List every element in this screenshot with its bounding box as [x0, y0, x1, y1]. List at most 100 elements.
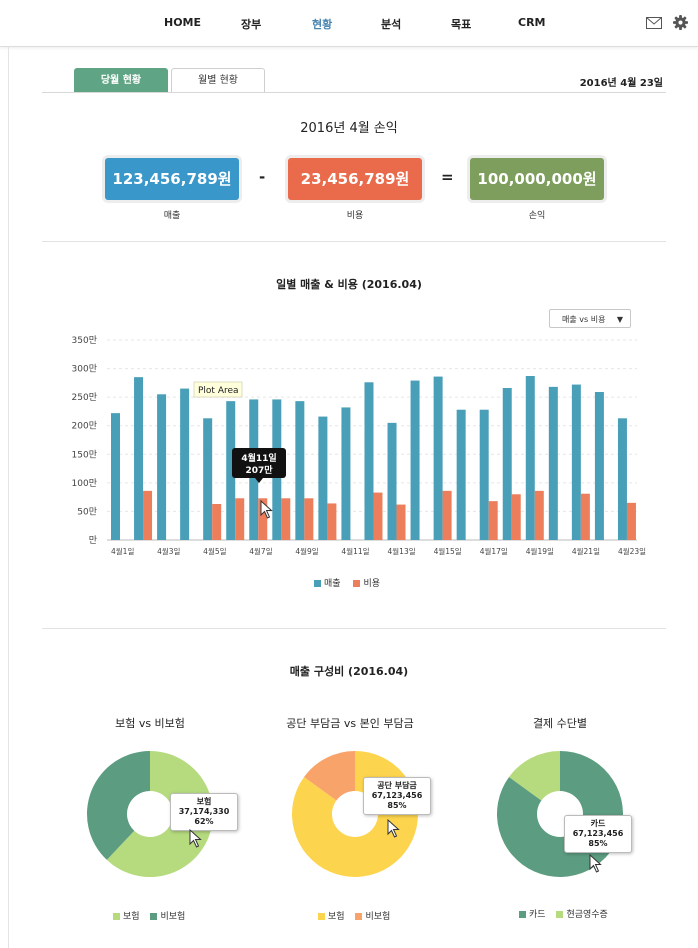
y-tick-label: 200만 — [72, 421, 97, 432]
bar-cost[interactable] — [281, 498, 291, 540]
tab-monthly[interactable]: 월별 현황 — [171, 68, 265, 93]
bar-revenue[interactable] — [318, 416, 328, 540]
legend-item[interactable]: 보험 — [113, 912, 140, 922]
x-tick-label: 4월17일 — [480, 546, 508, 556]
minus-sign: - — [259, 168, 266, 186]
pie-tooltip-insurance: 보험 37,174,330 62% — [170, 793, 238, 831]
y-tick-label: 300만 — [72, 364, 97, 375]
y-tick-label: 50만 — [77, 506, 97, 517]
bar-cost[interactable] — [235, 498, 245, 540]
bar-tooltip: 4월11일207만 — [232, 448, 286, 483]
x-tick-label: 4월5일 — [203, 546, 226, 556]
legend-item-revenue[interactable]: 매출 — [314, 579, 341, 589]
daily-bar-chart[interactable]: 만 50만 100만 150만 200만 250만 300만 350만 4월1일 4월3일 4월5일… — [0, 330, 698, 560]
x-tick-label: 4월7일 — [249, 546, 272, 556]
bar-revenue[interactable] — [479, 409, 489, 540]
legend-label: 보험 — [123, 912, 140, 922]
bar-cost[interactable] — [534, 490, 544, 540]
nav-home[interactable]: HOME — [164, 16, 201, 29]
legend-label: 현금영수증 — [566, 910, 608, 920]
nav-ledger[interactable]: 장부 — [241, 16, 261, 32]
bar-cost[interactable] — [327, 503, 337, 540]
bar-cost[interactable] — [442, 490, 452, 540]
bar-revenue[interactable] — [594, 392, 604, 540]
mail-icon[interactable] — [646, 17, 662, 29]
legend-item[interactable]: 비보험 — [150, 912, 185, 922]
bar-revenue[interactable] — [571, 384, 581, 540]
bar-cost[interactable] — [580, 493, 590, 540]
report-date: 2016년 4월 23일 — [579, 78, 663, 89]
legend-swatch — [355, 913, 363, 920]
x-tick-label: 4월13일 — [388, 546, 416, 556]
bar-cost[interactable] — [373, 492, 383, 540]
tooltip-label: 공단 부담금 — [377, 781, 417, 790]
bar-revenue[interactable] — [525, 376, 535, 540]
bar-revenue[interactable] — [548, 386, 558, 540]
pie-legend-insurance: 보험 비보험 — [113, 909, 185, 922]
bar-revenue[interactable] — [410, 380, 420, 540]
x-tick-label: 4월1일 — [111, 546, 134, 556]
bar-revenue[interactable] — [134, 377, 144, 540]
bar-revenue[interactable] — [341, 407, 351, 540]
bar-cost[interactable] — [511, 494, 521, 540]
bar-revenue[interactable] — [157, 394, 167, 540]
legend-item[interactable]: 카드 — [519, 910, 546, 920]
bar-cost[interactable] — [626, 502, 636, 540]
bar-revenue[interactable] — [387, 422, 397, 540]
composition-title: 매출 구성비 (2016.04) — [289, 665, 409, 678]
bar-revenue[interactable] — [502, 388, 512, 540]
legend-label: 매출 — [324, 579, 341, 589]
bar-cost[interactable] — [396, 504, 406, 540]
pie-title-payment: 결제 수단별 — [532, 717, 588, 730]
equals-sign: = — [441, 168, 454, 186]
legend-label: 비보험 — [365, 912, 391, 922]
pie-title-insurance: 보험 vs 비보험 — [115, 717, 185, 730]
x-tick-label: 4월3일 — [157, 546, 180, 556]
legend-swatch — [318, 913, 325, 920]
nav-crm[interactable]: CRM — [518, 16, 546, 29]
y-tick-label: 350만 — [72, 335, 97, 346]
legend-item[interactable]: 현금영수증 — [556, 910, 608, 920]
legend-swatch — [150, 913, 158, 920]
y-tick-label: 150만 — [72, 449, 97, 460]
cursor-icon — [387, 819, 400, 838]
pie-tooltip-burden: 공단 부담금 67,123,456 85% — [363, 777, 431, 815]
bar-revenue[interactable] — [456, 409, 466, 540]
bar-revenue[interactable] — [203, 418, 213, 540]
pie-title-burden: 공단 부담금 vs 본인 부담금 — [286, 717, 414, 730]
bar-cost[interactable] — [212, 504, 222, 540]
bar-revenue[interactable] — [364, 382, 374, 540]
legend-item[interactable]: 비보험 — [355, 912, 390, 922]
nav-analysis[interactable]: 분석 — [381, 16, 401, 32]
legend-label: 비용 — [363, 579, 380, 589]
bar-revenue[interactable] — [111, 413, 120, 540]
revenue-box: 123,456,789원 — [105, 158, 239, 200]
bar-revenue[interactable] — [617, 418, 627, 540]
bar-tooltip-date: 4월11일 — [241, 452, 276, 464]
y-tick-label: 100만 — [72, 478, 97, 489]
bar-cost[interactable] — [143, 490, 153, 540]
legend-label: 카드 — [529, 910, 546, 920]
tooltip-percent: 85% — [588, 839, 608, 848]
profit-box: 100,000,000원 — [470, 158, 604, 200]
bar-cost[interactable] — [488, 501, 498, 540]
tab-current-month[interactable]: 당월 현황 — [74, 68, 168, 93]
gear-icon[interactable] — [673, 15, 688, 30]
legend-item-cost[interactable]: 비용 — [353, 579, 380, 589]
pie-tooltip-payment: 카드 67,123,456 85% — [564, 815, 632, 853]
bar-revenue[interactable] — [180, 388, 190, 540]
x-tick-label: 4월21일 — [572, 546, 600, 556]
y-tick-label: 만 — [89, 535, 97, 546]
legend-item[interactable]: 보험 — [318, 912, 345, 922]
nav-goal[interactable]: 목표 — [451, 16, 471, 32]
legend-swatch — [556, 911, 564, 918]
bar-revenue[interactable] — [295, 401, 305, 540]
bar-revenue[interactable] — [433, 376, 443, 540]
legend-label: 비보험 — [160, 912, 186, 922]
nav-status[interactable]: 현황 — [312, 16, 332, 32]
cost-label: 비용 — [346, 211, 364, 221]
chart-series-select[interactable]: 매출 vs 비용 ▼ — [549, 309, 631, 328]
legend-swatch — [314, 580, 321, 587]
section-divider — [42, 241, 666, 242]
bar-cost[interactable] — [304, 498, 314, 540]
